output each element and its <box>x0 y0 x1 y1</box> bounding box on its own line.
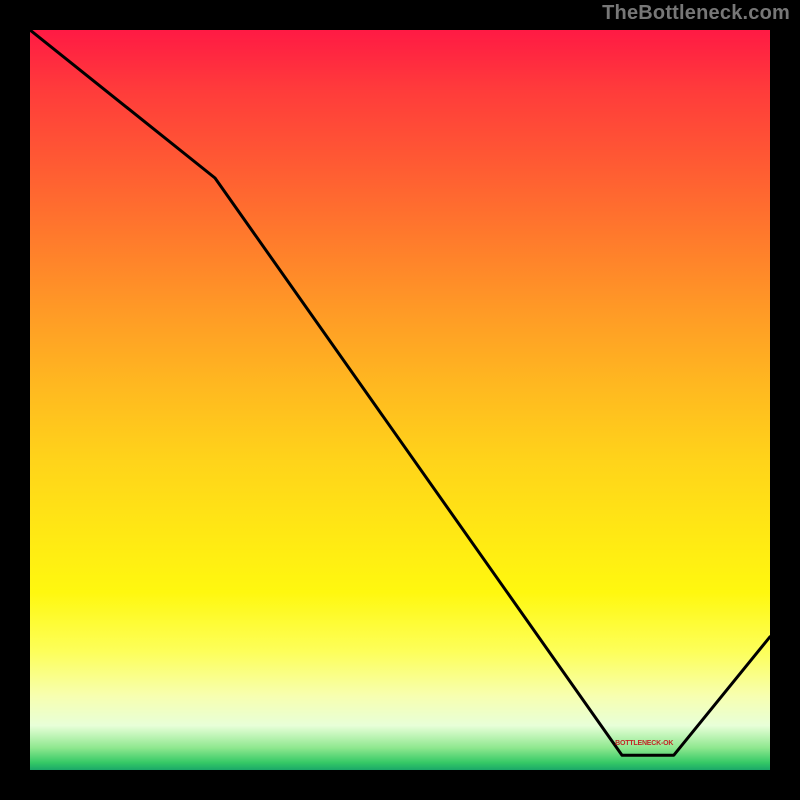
chart-frame: BOTTLENECK-OK <box>30 30 770 770</box>
watermark-text: TheBottleneck.com <box>602 2 790 25</box>
plot-area: BOTTLENECK-OK <box>30 30 770 770</box>
curve-svg <box>30 30 770 770</box>
dip-label: BOTTLENECK-OK <box>615 740 673 747</box>
bottleneck-curve-path <box>30 30 770 755</box>
